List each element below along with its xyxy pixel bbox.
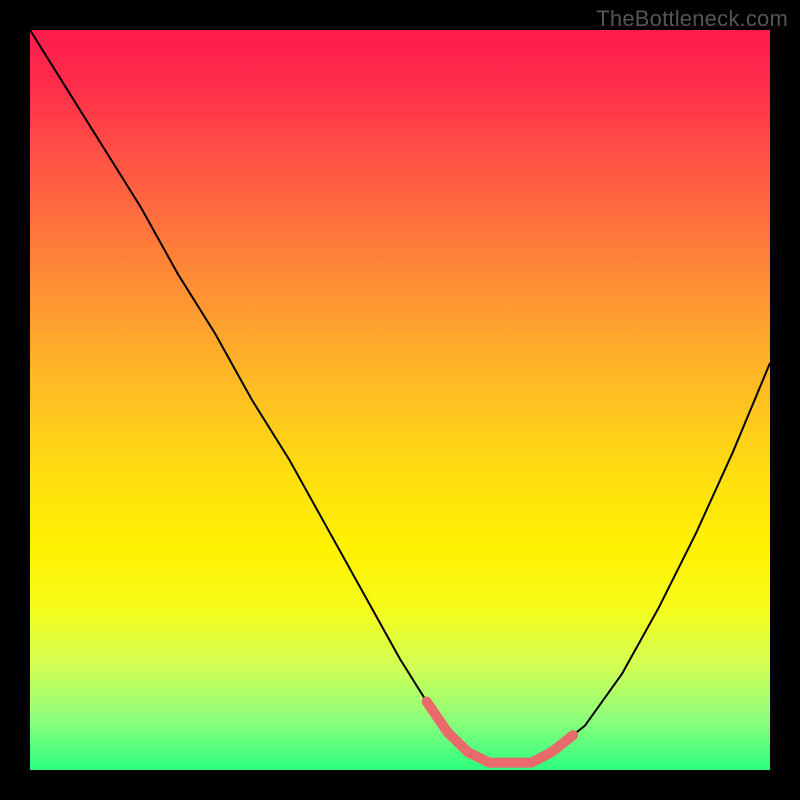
valley-dash-segment [427, 702, 448, 732]
valley-dash-segment [552, 735, 573, 752]
valley-highlight [427, 702, 574, 763]
chart-stage: TheBottleneck.com [0, 0, 800, 800]
bottleneck-curve [30, 30, 770, 763]
watermark-text: TheBottleneck.com [596, 6, 788, 32]
chart-plot-area [30, 30, 770, 770]
chart-svg [30, 30, 770, 770]
